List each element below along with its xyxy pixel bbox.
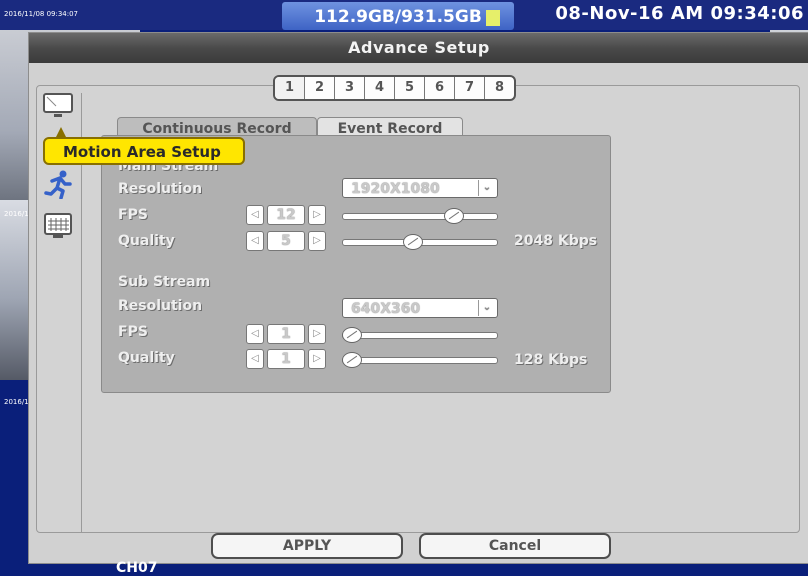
motion-runner-icon[interactable] bbox=[41, 169, 75, 199]
main-quality-value[interactable]: 5 bbox=[267, 231, 305, 251]
slider-track bbox=[342, 357, 498, 364]
sub-bitrate: 128 Kbps bbox=[514, 352, 588, 368]
slider-knob[interactable] bbox=[342, 327, 362, 343]
disk-usage-bar bbox=[486, 10, 500, 26]
sub-quality-slider[interactable] bbox=[342, 350, 498, 370]
tab-channel-3[interactable]: 3 bbox=[334, 77, 364, 99]
slider-track bbox=[342, 213, 498, 220]
slider-knob[interactable] bbox=[444, 208, 464, 224]
tab-channel-8[interactable]: 8 bbox=[484, 77, 514, 99]
camera-timestamp: 2016/11/08 09:34:07 bbox=[4, 10, 79, 18]
main-quality-label: Quality bbox=[118, 233, 175, 249]
sub-quality-label: Quality bbox=[118, 350, 175, 366]
grid-icon[interactable] bbox=[41, 211, 75, 241]
sub-quality-value[interactable]: 1 bbox=[267, 349, 305, 369]
camera-timestamp-left-1: 2016/1 bbox=[4, 210, 29, 218]
slider-knob[interactable] bbox=[403, 234, 423, 250]
increment-icon[interactable]: ▷ bbox=[308, 349, 326, 369]
main-resolution-value: 1920X1080 bbox=[351, 181, 440, 197]
monitor-icon[interactable] bbox=[41, 91, 75, 121]
increment-icon[interactable]: ▷ bbox=[308, 231, 326, 251]
sub-stream-heading: Sub Stream bbox=[118, 274, 211, 290]
sub-fps-value[interactable]: 1 bbox=[267, 324, 305, 344]
disk-usage-indicator: 112.9GB/931.5GB bbox=[282, 2, 514, 30]
chevron-down-icon: ⌄ bbox=[478, 300, 495, 316]
sub-fps-slider[interactable] bbox=[342, 325, 498, 345]
slider-track bbox=[342, 332, 498, 339]
channel-tabs: 1 2 3 4 5 6 7 8 bbox=[273, 75, 516, 101]
sub-quality-stepper: ◁ 1 ▷ bbox=[246, 349, 326, 369]
channel-label: CH07 bbox=[116, 560, 158, 576]
decrement-icon[interactable]: ◁ bbox=[246, 324, 264, 344]
increment-icon[interactable]: ▷ bbox=[308, 324, 326, 344]
main-quality-stepper: ◁ 5 ▷ bbox=[246, 231, 326, 251]
motion-area-setup-tooltip: Motion Area Setup bbox=[43, 127, 245, 165]
apply-button[interactable]: APPLY bbox=[211, 533, 403, 559]
increment-icon[interactable]: ▷ bbox=[308, 205, 326, 225]
tab-channel-1[interactable]: 1 bbox=[275, 77, 304, 99]
disk-usage-text: 112.9GB/931.5GB bbox=[314, 7, 482, 27]
tab-channel-4[interactable]: 4 bbox=[364, 77, 394, 99]
sub-fps-label: FPS bbox=[118, 324, 148, 340]
main-fps-value[interactable]: 12 bbox=[267, 205, 305, 225]
chevron-down-icon: ⌄ bbox=[478, 180, 495, 196]
main-resolution-label: Resolution bbox=[118, 181, 203, 197]
main-bitrate: 2048 Kbps bbox=[514, 233, 598, 249]
tab-channel-6[interactable]: 6 bbox=[424, 77, 454, 99]
main-quality-slider[interactable] bbox=[342, 232, 498, 252]
decrement-icon[interactable]: ◁ bbox=[246, 205, 264, 225]
main-fps-label: FPS bbox=[118, 207, 148, 223]
tab-channel-5[interactable]: 5 bbox=[394, 77, 424, 99]
decrement-icon[interactable]: ◁ bbox=[246, 349, 264, 369]
decrement-icon[interactable]: ◁ bbox=[246, 231, 264, 251]
sub-resolution-select[interactable]: 640X360 ⌄ bbox=[342, 298, 498, 318]
camera-timestamp-left-2: 2016/1 bbox=[4, 398, 29, 406]
slider-knob[interactable] bbox=[342, 352, 362, 368]
datetime-display: 08-Nov-16 AM 09:34:06 bbox=[555, 3, 804, 24]
advance-setup-dialog: Advance Setup 1 2 3 4 5 6 7 8 Motion Are… bbox=[28, 32, 808, 564]
main-resolution-select[interactable]: 1920X1080 ⌄ bbox=[342, 178, 498, 198]
sub-fps-stepper: ◁ 1 ▷ bbox=[246, 324, 326, 344]
tab-channel-2[interactable]: 2 bbox=[304, 77, 334, 99]
dialog-title: Advance Setup bbox=[29, 33, 808, 63]
main-fps-stepper: ◁ 12 ▷ bbox=[246, 205, 326, 225]
record-settings-panel: Main Stream Resolution 1920X1080 ⌄ FPS ◁… bbox=[101, 135, 611, 393]
sub-resolution-label: Resolution bbox=[118, 298, 203, 314]
sub-resolution-value: 640X360 bbox=[351, 301, 421, 317]
tab-channel-7[interactable]: 7 bbox=[454, 77, 484, 99]
status-bar: 2016/11/08 09:34:07 112.9GB/931.5GB 08-N… bbox=[0, 0, 808, 30]
cancel-button[interactable]: Cancel bbox=[419, 533, 611, 559]
main-fps-slider[interactable] bbox=[342, 206, 498, 226]
